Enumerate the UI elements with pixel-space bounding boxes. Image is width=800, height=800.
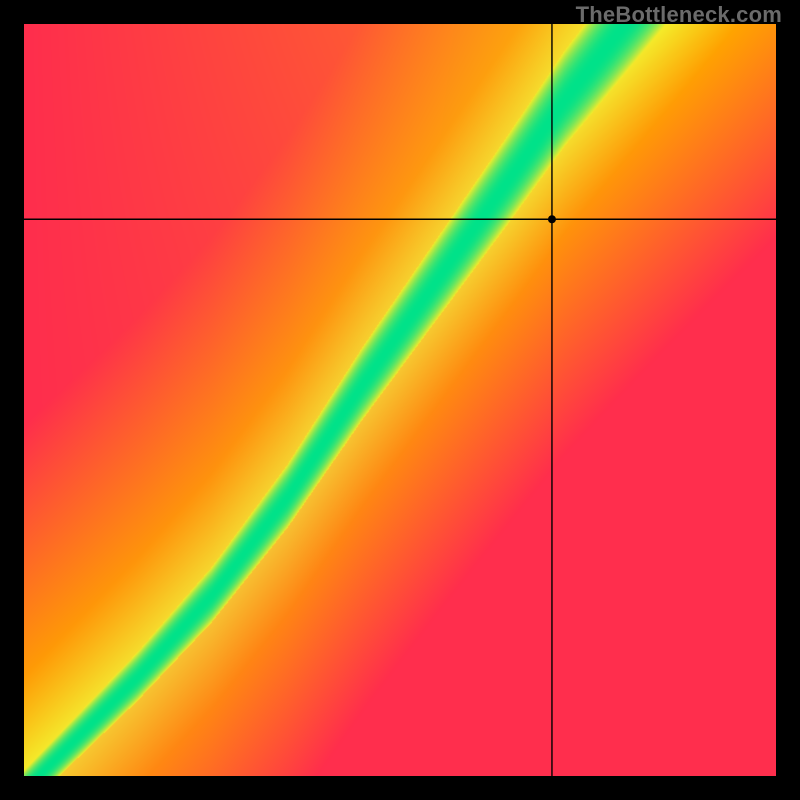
watermark-label: TheBottleneck.com bbox=[576, 2, 782, 28]
plot-area bbox=[24, 24, 776, 776]
chart-container: TheBottleneck.com bbox=[0, 0, 800, 800]
heatmap-canvas bbox=[24, 24, 776, 776]
